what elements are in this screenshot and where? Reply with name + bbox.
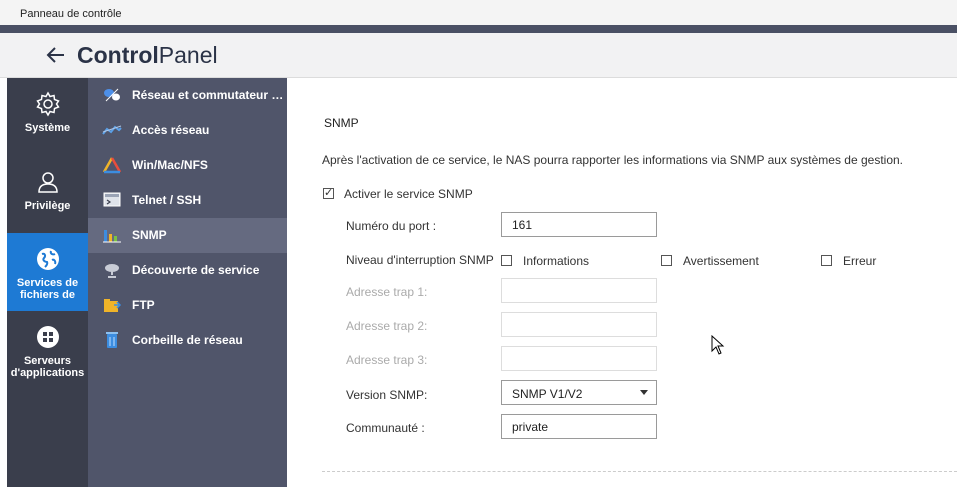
- trap-address-1-input[interactable]: [501, 278, 657, 303]
- subnav-item-telnet-ssh[interactable]: Telnet / SSH: [88, 183, 287, 218]
- gear-icon: [35, 91, 60, 117]
- trap-address-1-label: Adresse trap 1:: [346, 285, 428, 299]
- trap-address-3-label: Adresse trap 3:: [346, 353, 428, 367]
- app-header: ControlPanel: [0, 33, 957, 78]
- recycle-bin-icon: [106, 332, 118, 348]
- trap-error-label: Erreur: [843, 254, 877, 268]
- mouse-cursor-icon: [711, 335, 725, 355]
- trap-error-checkbox[interactable]: [821, 255, 832, 266]
- subnav-item-snmp[interactable]: SNMP: [88, 218, 287, 253]
- subnav-item-win-mac-nfs[interactable]: Win/Mac/NFS: [88, 148, 287, 183]
- subnav-item-acces-reseau[interactable]: Accès réseau: [88, 113, 287, 148]
- subnav-item-reseau-commutateur[interactable]: Réseau et commutateur …: [88, 78, 287, 113]
- port-label: Numéro du port :: [346, 219, 437, 233]
- network-switch-icon: [104, 88, 120, 102]
- section-title: SNMP: [324, 116, 359, 130]
- terminal-icon: [103, 192, 121, 207]
- rail-item-label: Serveurs d'applications: [10, 355, 85, 379]
- window-titlebar: Panneau de contrôle: [0, 0, 957, 28]
- trap-level-label: Niveau d'interruption SNMP: [346, 253, 494, 267]
- globe-icon: [36, 248, 59, 270]
- rail-item-serveurs-applications[interactable]: Serveurs d'applications: [7, 311, 88, 389]
- enable-snmp-checkbox[interactable]: [323, 186, 334, 199]
- rail-item-privilege[interactable]: Privilège: [7, 156, 88, 234]
- subnav-item-label: Telnet / SSH: [132, 193, 202, 207]
- network-access-icon: [102, 125, 122, 135]
- snmp-content-panel: SNMP Après l'activation de ce service, l…: [287, 78, 957, 487]
- trap-info-checkbox[interactable]: [501, 255, 512, 266]
- win-mac-nfs-icon: [102, 157, 122, 174]
- snmp-version-select[interactable]: SNMP V1/V2: [501, 380, 657, 405]
- trap-info-label: Informations: [523, 254, 590, 268]
- app-title-bold: Control: [77, 42, 159, 68]
- port-input[interactable]: [501, 212, 657, 237]
- rail-item-services-fichiers[interactable]: Services de fichiers de: [7, 233, 88, 311]
- subnav-item-label: Win/Mac/NFS: [132, 158, 208, 172]
- top-band: [0, 25, 957, 33]
- chevron-down-icon: [640, 390, 648, 395]
- section-divider: [322, 471, 957, 472]
- trap-warning-checkbox[interactable]: [661, 255, 672, 266]
- subnav-item-label: Accès réseau: [132, 123, 210, 137]
- enable-snmp-label: Activer le service SNMP: [344, 187, 473, 201]
- rail-item-label: Services de fichiers de: [16, 277, 79, 301]
- subnav-item-label: FTP: [132, 298, 155, 312]
- snmp-version-value: SNMP V1/V2: [512, 387, 583, 401]
- subnav-item-label: Réseau et commutateur …: [132, 88, 282, 102]
- subnav-item-decouverte-service[interactable]: Découverte de service: [88, 253, 287, 288]
- trap-address-2-input[interactable]: [501, 312, 657, 337]
- snmp-version-label: Version SNMP:: [346, 388, 428, 402]
- subnav-item-corbeille-reseau[interactable]: Corbeille de réseau: [88, 323, 287, 358]
- subnav-item-label: Découverte de service: [132, 263, 260, 277]
- trap-address-2-label: Adresse trap 2:: [346, 319, 428, 333]
- rail-item-systeme[interactable]: Système: [7, 78, 88, 156]
- snmp-chart-icon: [103, 230, 121, 243]
- user-icon: [37, 172, 58, 193]
- trap-warning-label: Avertissement: [683, 254, 759, 268]
- community-label: Communauté :: [346, 421, 425, 435]
- satellite-dish-icon: [105, 264, 119, 278]
- apps-icon: [36, 326, 59, 348]
- community-input[interactable]: [501, 414, 657, 439]
- app-title-light: Panel: [158, 42, 218, 68]
- section-description: Après l'activation de ce service, le NAS…: [322, 153, 903, 167]
- subnav-item-label: SNMP: [132, 228, 167, 242]
- app-title: ControlPanel: [77, 42, 218, 69]
- rail-item-label: Système: [24, 122, 71, 134]
- rail-item-label: Privilège: [24, 200, 71, 212]
- subnav-item-ftp[interactable]: FTP: [88, 288, 287, 323]
- trap-address-3-input[interactable]: [501, 346, 657, 371]
- category-rail: Système Privilège Services de fichiers d…: [7, 78, 88, 487]
- window-title: Panneau de contrôle: [20, 8, 122, 20]
- subnav-item-label: Corbeille de réseau: [132, 333, 243, 347]
- ftp-folder-icon: [104, 299, 122, 312]
- back-arrow-icon[interactable]: [44, 43, 68, 67]
- sub-navigation: Réseau et commutateur … Accès réseau Win…: [88, 78, 287, 487]
